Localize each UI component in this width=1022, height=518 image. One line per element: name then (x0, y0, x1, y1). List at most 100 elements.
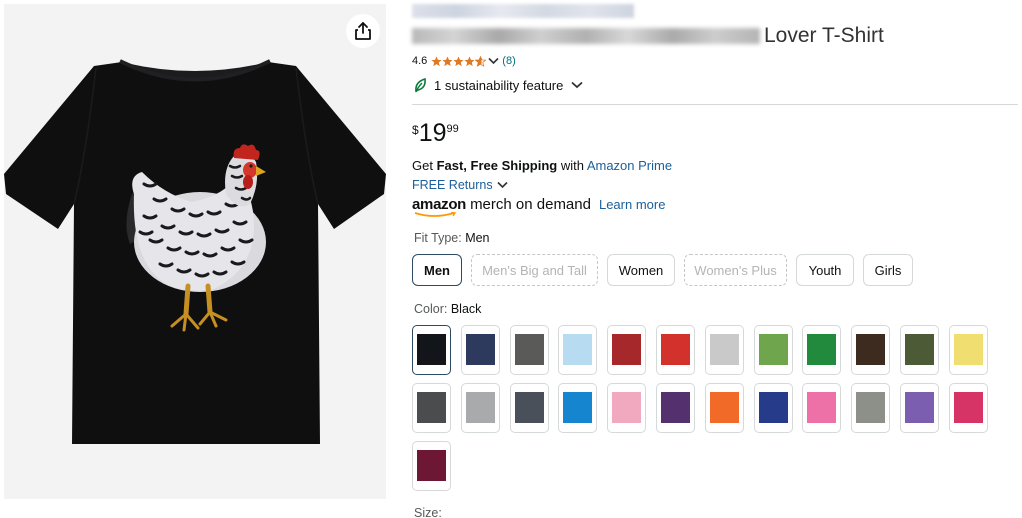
fit-option-women[interactable]: Women (607, 254, 675, 286)
share-button[interactable] (346, 14, 380, 48)
color-swatch-fill (661, 392, 690, 423)
color-swatch-fill (709, 334, 739, 365)
color-swatch-fill (465, 334, 495, 365)
color-label-text: Color: (414, 302, 451, 316)
color-swatch[interactable] (460, 325, 500, 375)
color-swatch-fill (807, 334, 837, 365)
fit-type-label: Fit Type: Men (414, 231, 490, 245)
color-swatch-fill (953, 392, 983, 423)
shipping-middle: with (557, 158, 587, 173)
color-swatch[interactable] (509, 383, 549, 433)
product-info-panel: Lover T-Shirt 4.6 (8) 1 sustainability f… (412, 0, 1020, 518)
star-rating[interactable] (431, 55, 487, 67)
color-swatch[interactable] (558, 383, 598, 433)
free-returns-text: FREE Returns (412, 178, 493, 192)
chevron-down-icon[interactable] (571, 81, 583, 89)
fit-option-men[interactable]: Men (412, 254, 462, 286)
color-swatch[interactable] (460, 383, 500, 433)
color-swatch-fill (856, 392, 886, 423)
fit-option-girls[interactable]: Girls (863, 254, 913, 286)
free-returns-link[interactable]: FREE Returns (412, 178, 508, 192)
star-half-icon (475, 55, 487, 67)
color-swatch-fill (417, 334, 446, 365)
color-swatch[interactable] (753, 383, 793, 433)
amazon-logo-text: amazon (412, 196, 467, 213)
amazon-logo: amazon (412, 196, 467, 217)
color-swatch[interactable] (704, 383, 744, 433)
sustainability-text: 1 sustainability feature (434, 77, 564, 93)
shipping-bold: Fast, Free Shipping (436, 158, 558, 173)
color-swatch-fill (514, 392, 544, 423)
rating-value: 4.6 (412, 55, 428, 67)
fit-option-womens-plus[interactable]: Women's Plus (684, 254, 787, 286)
star-icon (442, 56, 453, 66)
divider (412, 104, 1018, 105)
color-label: Color: Black (414, 302, 481, 316)
product-image-tshirt[interactable] (4, 44, 386, 449)
fit-type-label-text: Fit Type: (414, 231, 466, 245)
rating-count-link[interactable]: (8) (502, 55, 515, 67)
star-icon (464, 56, 475, 66)
price-fraction: 99 (446, 123, 459, 135)
color-swatch[interactable] (851, 383, 891, 433)
fit-option-youth[interactable]: Youth (796, 254, 854, 286)
chevron-down-icon (497, 181, 508, 189)
product-title: Lover T-Shirt (412, 22, 884, 50)
color-swatch[interactable] (412, 325, 451, 375)
color-swatch[interactable] (948, 325, 988, 375)
fit-option-mens-big-and-tall[interactable]: Men's Big and Tall (471, 254, 598, 286)
color-selected: Black (450, 302, 482, 316)
color-swatch-fill (612, 334, 642, 365)
color-swatch-fill (612, 392, 642, 423)
color-swatch-fill (856, 334, 886, 365)
color-swatch-fill (953, 334, 983, 365)
color-swatch[interactable] (412, 383, 451, 433)
amazon-prime-link[interactable]: Amazon Prime (587, 158, 672, 173)
color-swatch[interactable] (656, 325, 695, 375)
price: $ 19 99 (412, 118, 459, 148)
color-swatch-fill (807, 392, 837, 423)
color-swatch-fill (661, 334, 690, 365)
fit-type-selected: Men (465, 231, 490, 245)
size-label: Size: (414, 506, 442, 518)
color-swatch[interactable] (900, 383, 939, 433)
color-swatch[interactable] (656, 383, 695, 433)
star-icon (431, 56, 442, 66)
rating-row[interactable]: 4.6 (8) (412, 55, 516, 67)
color-swatch[interactable] (851, 325, 891, 375)
color-swatch[interactable] (802, 325, 842, 375)
color-swatch[interactable] (948, 383, 988, 433)
title-redacted (412, 28, 760, 44)
color-swatch[interactable] (900, 325, 939, 375)
chevron-down-icon[interactable] (488, 57, 499, 65)
color-swatch-fill (563, 334, 593, 365)
color-swatch[interactable] (704, 325, 744, 375)
color-swatch[interactable] (558, 325, 598, 375)
color-swatch-fill (417, 392, 446, 423)
color-swatch[interactable] (753, 325, 793, 375)
sustainability-feature-row[interactable]: 1 sustainability feature (414, 77, 583, 93)
color-swatch-fill (417, 450, 446, 481)
color-swatch[interactable] (802, 383, 842, 433)
merch-on-demand-logo: amazon merch on demand Learn more (412, 196, 665, 217)
color-swatch-fill (709, 392, 739, 423)
color-swatch-fill (905, 392, 934, 423)
star-icon (453, 56, 464, 66)
leaf-icon (415, 77, 426, 93)
color-swatch-fill (758, 392, 788, 423)
color-swatch[interactable] (509, 325, 549, 375)
color-swatch[interactable] (607, 383, 647, 433)
product-image-panel[interactable] (4, 4, 386, 499)
share-icon (355, 22, 371, 40)
color-swatch-fill (465, 392, 495, 423)
shipping-prefix: Get (412, 158, 437, 173)
product-title-text: Lover T-Shirt (764, 24, 884, 47)
color-swatch[interactable] (412, 441, 451, 491)
color-swatch-fill (905, 334, 934, 365)
color-swatch-fill (563, 392, 593, 423)
brand-link-redacted[interactable] (412, 4, 634, 18)
price-symbol: $ (412, 123, 419, 137)
learn-more-link[interactable]: Learn more (599, 197, 665, 213)
color-swatch[interactable] (607, 325, 647, 375)
shipping-info: Get Fast, Free Shipping with Amazon Prim… (412, 158, 672, 173)
